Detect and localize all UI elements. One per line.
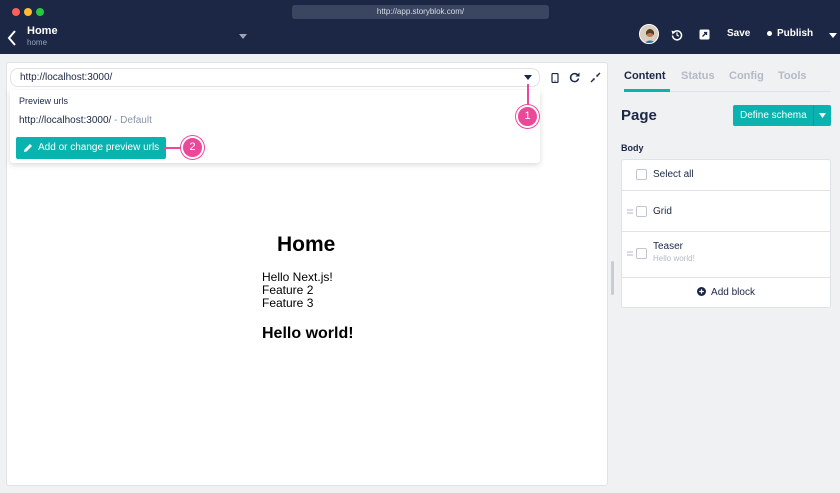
content-type-title: Page	[621, 107, 657, 124]
select-all-label: Select all	[653, 169, 694, 180]
tab-status[interactable]: Status	[681, 70, 715, 82]
reload-icon[interactable]	[569, 72, 580, 83]
window-titlebar: http://app.storyblok.com/	[0, 0, 840, 22]
body-blocks-list: Select all Grid Teaser Hello world! Add …	[621, 159, 831, 308]
chevron-left-icon[interactable]	[5, 28, 19, 48]
close-window-button[interactable]	[12, 8, 20, 16]
change-preview-urls-label: Add or change preview urls	[38, 142, 160, 153]
publish-button[interactable]: Publish	[767, 28, 813, 39]
app-header: Home home Save Publish	[0, 22, 840, 54]
tab-content[interactable]: Content	[624, 70, 666, 82]
drag-handle-icon[interactable]	[627, 251, 633, 256]
panel-tabs: Content Status Config Tools	[624, 70, 831, 92]
chevron-down-icon[interactable]	[829, 33, 837, 39]
block-subtitle: Hello world!	[653, 254, 695, 263]
block-name: Grid	[653, 206, 672, 217]
tab-tools[interactable]: Tools	[778, 70, 807, 82]
pane-resize-handle[interactable]	[611, 261, 614, 295]
collapse-icon[interactable]	[590, 72, 601, 83]
avatar-image	[640, 25, 658, 43]
block-checkbox[interactable]	[636, 206, 647, 217]
callout-badge-1: 1	[516, 105, 539, 128]
publish-label: Publish	[777, 28, 814, 39]
preview-page-heading: Home	[277, 233, 336, 256]
mobile-view-icon[interactable]	[551, 73, 559, 83]
block-name: Teaser	[653, 241, 684, 252]
drag-handle-icon[interactable]	[627, 209, 633, 214]
preview-url-option[interactable]: http://localhost:3000/ - Default	[19, 115, 152, 126]
save-button[interactable]: Save	[727, 28, 750, 39]
story-slug: home	[27, 38, 48, 47]
maximize-window-button[interactable]	[36, 8, 44, 16]
preview-pane: http://localhost:3000/ Preview urls http…	[6, 62, 608, 486]
define-schema-label: Define schema	[740, 110, 807, 121]
define-schema-button[interactable]: Define schema	[733, 105, 831, 126]
block-row[interactable]: Grid	[622, 191, 830, 232]
preview-page-list: Hello Next.js! Feature 2 Feature 3	[262, 271, 333, 310]
user-avatar[interactable]	[639, 24, 659, 44]
callout-connector	[527, 84, 529, 107]
select-all-row[interactable]: Select all	[622, 160, 830, 191]
story-title[interactable]: Home	[27, 25, 58, 37]
plus-circle-icon	[697, 287, 707, 296]
open-external-icon[interactable]	[699, 29, 710, 40]
preview-url-input[interactable]: http://localhost:3000/	[10, 68, 540, 87]
chevron-down-icon[interactable]	[239, 34, 247, 40]
caret-down-icon[interactable]	[524, 75, 532, 80]
pencil-icon	[24, 144, 32, 152]
browser-address-bar[interactable]: http://app.storyblok.com/	[292, 5, 549, 19]
callout-connector	[164, 147, 182, 149]
block-row[interactable]: Teaser Hello world!	[622, 232, 830, 278]
preview-url-value: http://localhost:3000/	[19, 115, 112, 126]
dropdown-heading: Preview urls	[19, 96, 69, 106]
block-checkbox[interactable]	[636, 248, 647, 259]
publish-status-dot	[767, 30, 772, 36]
chevron-down-icon[interactable]	[819, 113, 826, 118]
callout-badge-2: 2	[181, 136, 204, 159]
change-preview-urls-button[interactable]: Add or change preview urls	[16, 137, 166, 159]
default-suffix: - Default	[111, 115, 152, 126]
history-icon[interactable]	[671, 29, 683, 41]
add-block-label: Add block	[711, 287, 755, 298]
tab-config[interactable]: Config	[729, 70, 764, 82]
add-block-button[interactable]: Add block	[622, 278, 830, 308]
minimize-window-button[interactable]	[24, 8, 32, 16]
preview-urls-dropdown: Preview urls http://localhost:3000/ - De…	[10, 90, 540, 163]
preview-line: Feature 3	[262, 296, 314, 310]
select-all-checkbox[interactable]	[636, 169, 647, 180]
active-tab-indicator	[624, 89, 670, 92]
editor-main: http://localhost:3000/ Preview urls http…	[0, 54, 840, 493]
preview-page-subheading: Hello world!	[262, 325, 354, 342]
field-label-body: Body	[621, 143, 644, 153]
button-divider	[813, 105, 814, 126]
